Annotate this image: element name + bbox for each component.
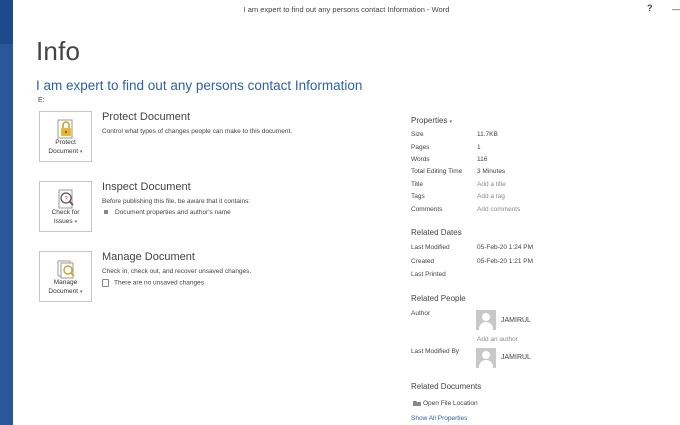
author-label: Author	[411, 310, 431, 317]
related-people-heading: Related People	[411, 294, 466, 303]
title-field[interactable]: Add a title	[477, 181, 506, 188]
related-documents-heading: Related Documents	[411, 382, 482, 391]
tile-label-line-1: Check for	[51, 209, 80, 216]
inspect-icon: ?	[58, 189, 74, 209]
author-name[interactable]: JAMIRUL	[501, 317, 531, 324]
backstage-sidebar	[0, 0, 13, 425]
chevron-down-icon: ▾	[74, 219, 78, 225]
chevron-down-icon: ▾	[449, 119, 452, 125]
person-icon	[476, 310, 496, 330]
last-modified-by-label: Last Modified By	[411, 348, 460, 355]
manage-icon	[57, 260, 75, 279]
prop-label-comments: Comments	[411, 206, 443, 213]
date-label-last-printed: Last Printed	[411, 271, 446, 278]
inspect-document-heading: Inspect Document	[102, 181, 191, 193]
page-title: Info	[36, 36, 81, 66]
chevron-down-icon: ▾	[80, 149, 83, 155]
back-button[interactable]	[0, 0, 13, 44]
prop-label-pages: Pages	[411, 144, 430, 151]
prop-label-words: Words	[411, 156, 430, 163]
minimize-button[interactable]: —	[672, 4, 680, 14]
document-icon	[102, 279, 109, 287]
prop-label-title: Title	[411, 181, 424, 188]
document-location[interactable]: E:	[38, 97, 45, 104]
manage-document-heading: Manage Document	[102, 251, 195, 263]
last-modified-by-name[interactable]: JAMIRUL	[501, 354, 531, 361]
properties-heading-label: Properties	[411, 116, 448, 125]
manage-document-button[interactable]: Manage Document ▾	[39, 251, 92, 302]
protect-document-heading: Protect Document	[102, 111, 191, 123]
date-label-last-modified: Last Modified	[411, 244, 450, 251]
manage-document-section: Manage Document ▾ Manage Document Check i…	[39, 251, 379, 305]
manage-document-description: Check in, check out, and recover unsaved…	[102, 268, 252, 275]
tile-label-line-2: Document	[48, 148, 79, 155]
folder-icon	[413, 401, 421, 407]
person-icon	[476, 348, 496, 368]
document-title: I am expert to find out any persons cont…	[36, 78, 363, 93]
window-title: I am expert to find out any persons cont…	[243, 5, 450, 14]
add-author-link[interactable]: Add an author	[477, 336, 518, 343]
show-all-properties-link[interactable]: Show All Properties	[411, 415, 467, 422]
protect-document-section: Protect Document ▾ Protect Document Contr…	[39, 111, 379, 165]
tile-label-line-1: Protect	[55, 139, 76, 146]
properties-heading[interactable]: Properties ▾	[411, 116, 452, 125]
bullet-icon	[104, 210, 108, 215]
prop-value-pages: 1	[477, 144, 481, 151]
date-value-last-modified: 05-Feb-20 1:24 PM	[477, 244, 534, 251]
prop-value-editing-time: 3 Minutes	[477, 168, 506, 175]
tile-label-line-1: Manage	[53, 279, 78, 286]
prop-label-tags: Tags	[411, 193, 425, 200]
related-dates-heading: Related Dates	[411, 228, 462, 237]
date-label-created: Created	[411, 258, 435, 265]
open-file-location-link[interactable]: Open File Location	[413, 400, 478, 407]
help-button[interactable]: ?	[647, 3, 653, 13]
title-bar: I am expert to find out any persons cont…	[13, 0, 680, 22]
prop-label-editing-time: Total Editing Time	[411, 168, 463, 175]
protect-document-description: Control what types of changes people can…	[102, 128, 293, 135]
tags-field[interactable]: Add a tag	[477, 193, 505, 200]
lock-icon	[57, 119, 73, 139]
inspect-bullet-text: Document properties and author's name	[115, 209, 231, 216]
check-for-issues-button[interactable]: ? Check for Issues ▾	[39, 181, 92, 232]
manage-bullet-text: There are no unsaved changes.	[114, 279, 206, 287]
tile-label-line-2: Issues	[53, 218, 73, 225]
tile-label-line-2: Document	[48, 288, 79, 295]
prop-value-words: 116	[477, 156, 488, 163]
inspect-document-section: ? Check for Issues ▾ Inspect Document Bef…	[39, 181, 379, 235]
prop-value-size: 11.7KB	[477, 131, 498, 138]
protect-document-button[interactable]: Protect Document ▾	[39, 111, 92, 162]
open-file-location-label: Open File Location	[423, 400, 478, 407]
date-value-created: 05-Feb-20 1:21 PM	[477, 258, 534, 265]
inspect-document-description: Before publishing this file, be aware th…	[102, 198, 251, 205]
prop-label-size: Size	[411, 131, 424, 138]
comments-field[interactable]: Add comments	[477, 206, 520, 213]
inspect-bullet-item: Document properties and author's name	[102, 209, 231, 216]
manage-bullet-item: There are no unsaved changes.	[102, 279, 206, 287]
chevron-down-icon: ▾	[80, 289, 83, 295]
